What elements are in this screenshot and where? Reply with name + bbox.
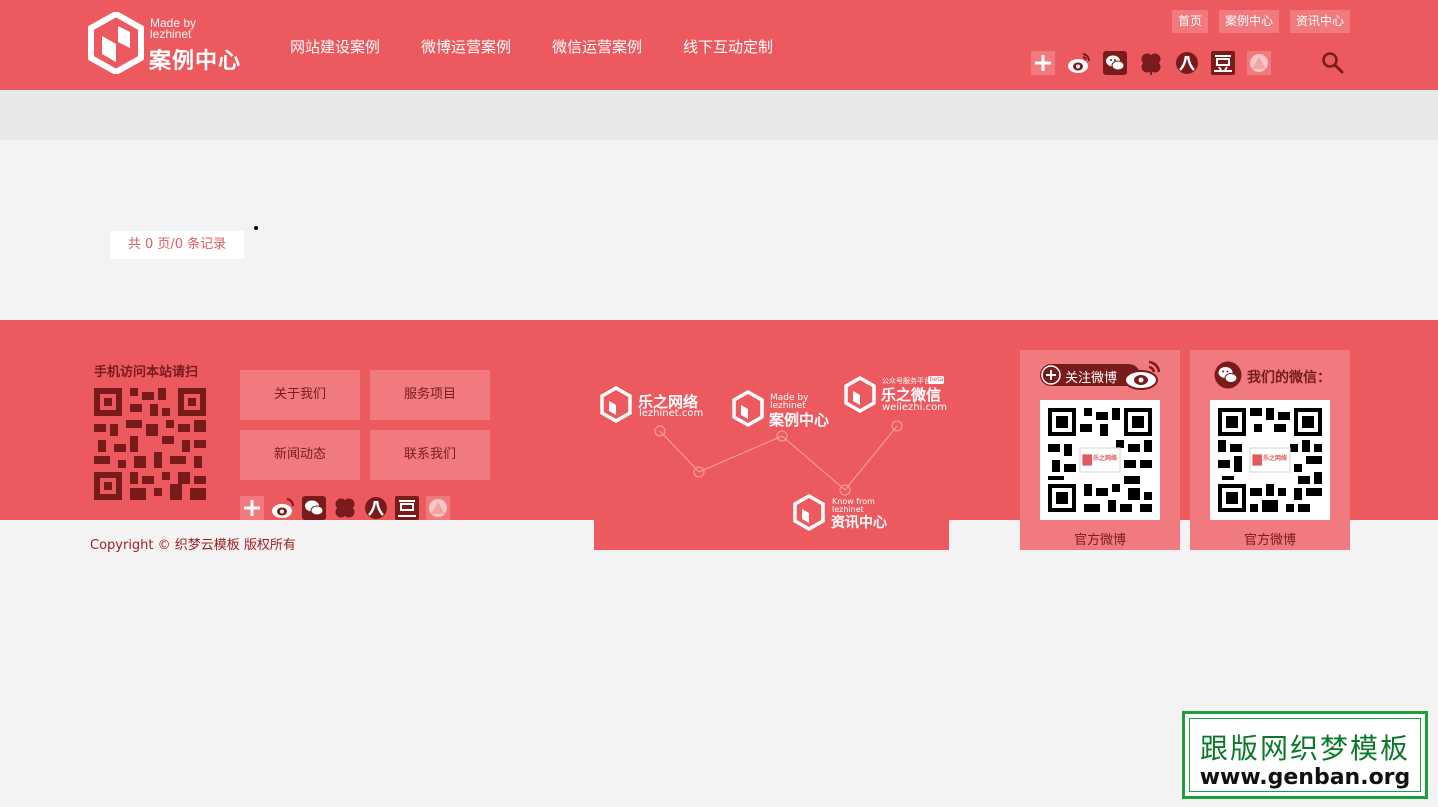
clover-icon[interactable] (333, 496, 357, 520)
footer-social-icons (240, 496, 450, 520)
wechat-icon (1214, 361, 1242, 389)
wechat-follow-card: 我们的微信： 乐之网络 官方微博 (1190, 350, 1350, 550)
logo-tagline: Made by lezhinet (150, 17, 196, 41)
logo-cube-icon (88, 12, 144, 74)
nav-wechat-cases[interactable]: 微信运营案例 (552, 36, 642, 57)
copyright-text: Copyright © 织梦云模板 版权所有 (90, 538, 296, 553)
brand-case-title: 案例中心 (769, 411, 830, 429)
nav-weibo-cases[interactable]: 微博运营案例 (421, 36, 511, 57)
weibo-icon[interactable] (1067, 51, 1091, 75)
wechat-icon[interactable] (1103, 51, 1127, 75)
nav-offline-custom[interactable]: 线下互动定制 (683, 36, 773, 57)
circle-icon[interactable] (426, 496, 450, 520)
list-bullet (254, 226, 258, 230)
wechat-icon[interactable] (302, 496, 326, 520)
logo-made-by-2: lezhinet (150, 27, 192, 41)
top-link-news[interactable]: 资讯中心 (1289, 10, 1350, 33)
wechat-card-caption: 官方微博 (1243, 533, 1296, 548)
nav-website-cases[interactable]: 网站建设案例 (290, 36, 380, 57)
footer-link-news[interactable]: 新闻动态 (240, 430, 360, 480)
circle-icon[interactable] (1247, 51, 1271, 75)
wechat-qr-code: 乐之网络 (1210, 400, 1330, 520)
brand-lezhinet-sub: lezhinet.com (639, 408, 704, 419)
add-icon[interactable] (240, 496, 264, 520)
renren-icon[interactable] (1175, 51, 1199, 75)
top-links: 首页 案例中心 资讯中心 (1161, 10, 1350, 33)
brand-wechat-sub: weilezhi.com (882, 402, 947, 413)
lezhinet-logo-icon (600, 385, 632, 424)
weibo-follow-card: 关注微博 乐之网络 官方微博 (1020, 350, 1180, 550)
weibo-qr-logo-text: 乐之网络 (1093, 455, 1118, 462)
mobile-qr-code (94, 388, 206, 500)
top-link-home[interactable]: 首页 (1171, 10, 1208, 33)
logo-title: 案例中心 (149, 49, 242, 74)
brand-network-graphic (600, 375, 944, 532)
news-center-logo-icon (793, 493, 825, 532)
mobile-qr-label: 手机访问本站请扫 (94, 365, 199, 380)
header-social-icons (1031, 51, 1283, 75)
add-icon[interactable] (1031, 51, 1055, 75)
top-link-cases[interactable]: 案例中心 (1218, 10, 1279, 33)
search-icon[interactable] (1321, 51, 1345, 75)
wechat-brand-logo-icon (844, 375, 876, 414)
weibo-icon[interactable] (271, 496, 295, 520)
header: Made by lezhinet 案例中心 网站建设案例 微博运营案例 微信运营… (0, 0, 1438, 90)
clover-icon[interactable] (1139, 51, 1163, 75)
wechat-qr-logo-text: 乐之网络 (1263, 455, 1288, 462)
weibo-icon (1124, 360, 1161, 390)
site-logo[interactable]: Made by lezhinet 案例中心 (88, 12, 258, 78)
main-nav: 网站建设案例 微博运营案例 微信运营案例 线下互动定制 (290, 36, 814, 57)
case-center-logo-icon (732, 389, 764, 428)
watermark-title: 跟版网织梦模板 (1199, 732, 1410, 765)
main-content (0, 140, 1438, 320)
watermark-url: www.genban.org (1199, 765, 1411, 790)
brand-wechat-badge: beta (929, 376, 944, 383)
plus-circle-icon (1041, 365, 1061, 385)
douban-icon[interactable] (395, 496, 419, 520)
watermark-badge: 跟版网织梦模板 www.genban.org (1182, 711, 1428, 799)
banner-strip (0, 90, 1438, 140)
renren-icon[interactable] (364, 496, 388, 520)
brand-news-title: 资讯中心 (831, 515, 887, 531)
weibo-card-caption: 官方微博 (1073, 533, 1126, 548)
wechat-card-title: 我们的微信： (1247, 370, 1331, 386)
footer-link-about[interactable]: 关于我们 (240, 370, 360, 420)
footer-link-contact[interactable]: 联系我们 (370, 430, 490, 480)
pagination-info: 共 0 页/0 条记录 (110, 231, 244, 259)
weibo-qr-code: 乐之网络 (1040, 400, 1160, 520)
weibo-card-title: 关注微博 (1065, 371, 1118, 386)
footer-link-services[interactable]: 服务项目 (370, 370, 490, 420)
douban-icon[interactable] (1211, 51, 1235, 75)
